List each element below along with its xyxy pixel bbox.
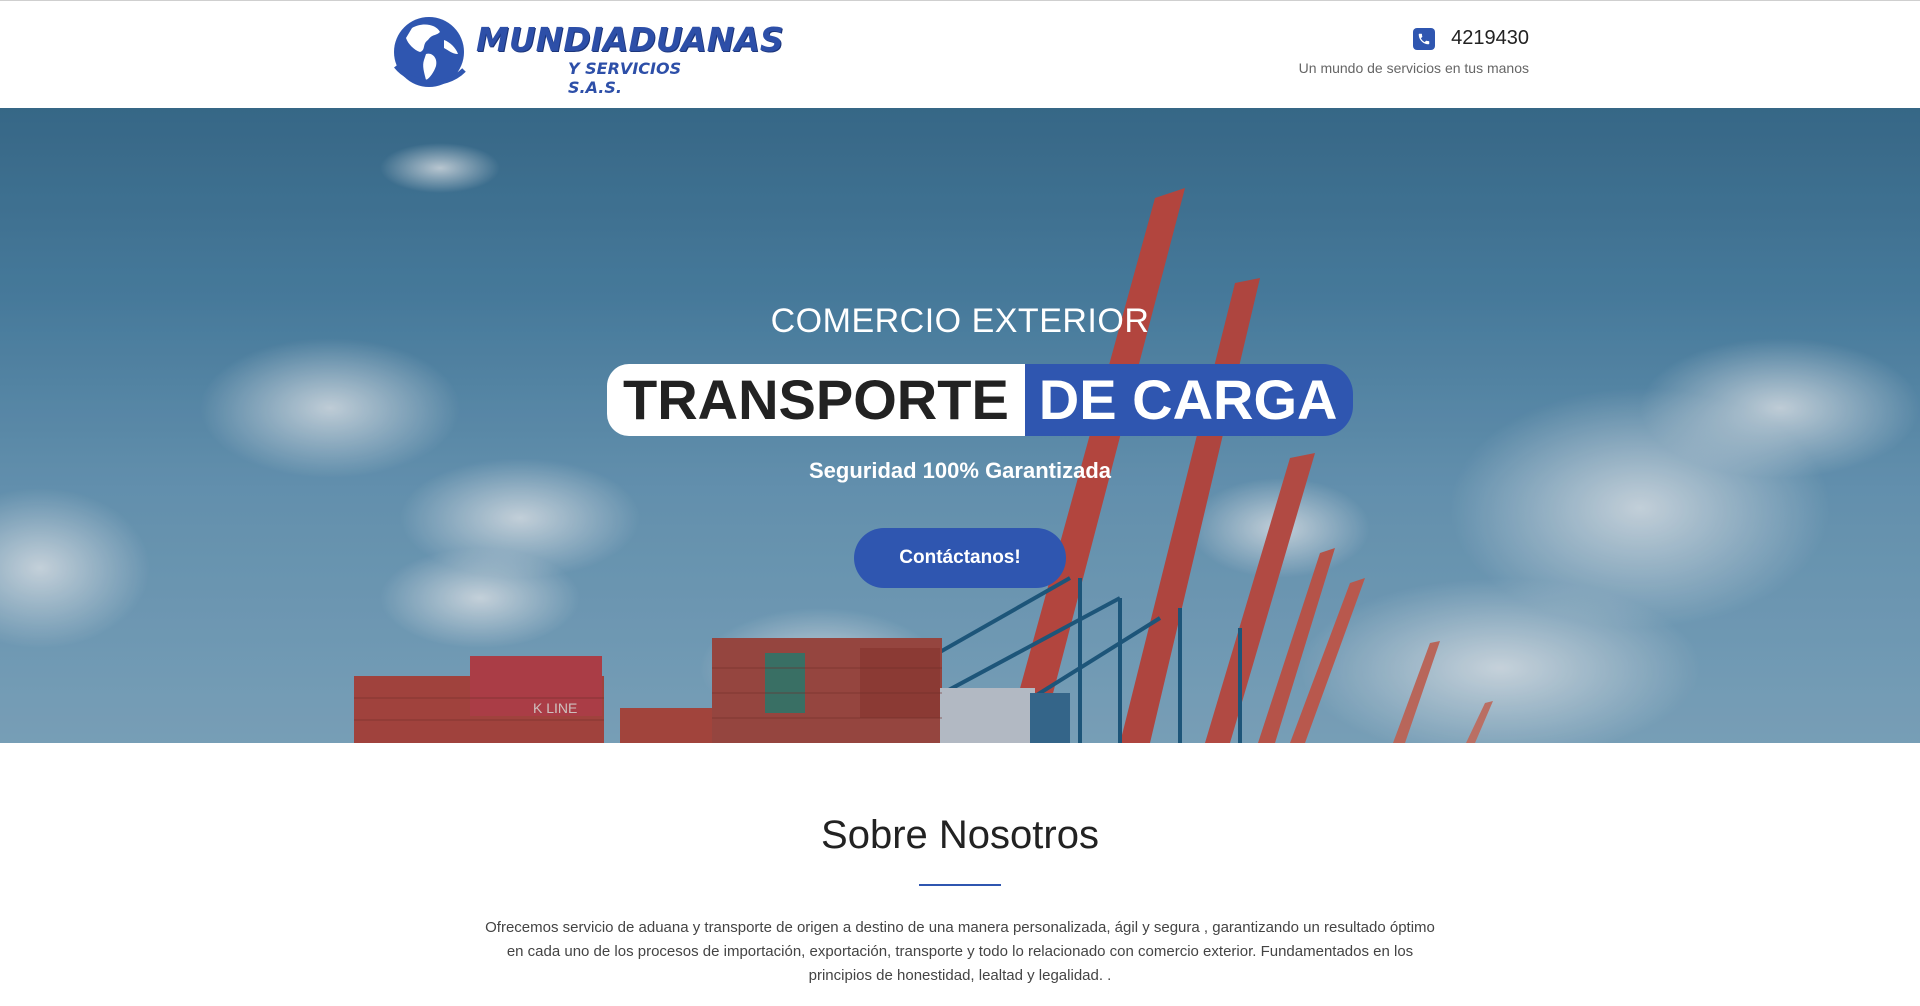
tagline: Un mundo de servicios en tus manos	[1298, 60, 1529, 76]
hero-title: TRANSPORTE DE CARGA	[607, 364, 1354, 436]
about-text: Ofrecemos servicio de aduana y transport…	[485, 919, 1435, 984]
brand-subtitle: Y SERVICIOS S.A.S.	[568, 59, 682, 97]
brand-name: MUNDIADUANAS	[476, 20, 784, 59]
contact-button[interactable]: Contáctanos!	[854, 528, 1066, 588]
contact-info: 4219430 Un mundo de servicios en tus man…	[1299, 27, 1529, 76]
hero-kicker: COMERCIO EXTERIOR	[770, 302, 1150, 340]
hero-title-part2: DE CARGA	[1024, 364, 1354, 436]
hero-banner: K LINE COMERCIO EXTERIOR TRANSPORTE DE C…	[0, 108, 1920, 743]
hero-title-part1: TRANSPORTE	[607, 364, 1025, 436]
section-divider	[919, 884, 1001, 886]
globe-icon	[394, 17, 466, 87]
phone-icon	[1413, 27, 1436, 50]
site-header: MUNDIADUANAS Y SERVICIOS S.A.S. 4219430 …	[0, 1, 1920, 108]
phone-number[interactable]: 4219430	[1451, 27, 1529, 50]
about-section: Sobre Nosotros Ofrecemos servicio de adu…	[0, 743, 1920, 988]
company-logo[interactable]: MUNDIADUANAS Y SERVICIOS S.A.S.	[392, 14, 784, 97]
about-heading: Sobre Nosotros	[821, 813, 1099, 857]
hero-subtitle: Seguridad 100% Garantizada	[809, 458, 1111, 483]
